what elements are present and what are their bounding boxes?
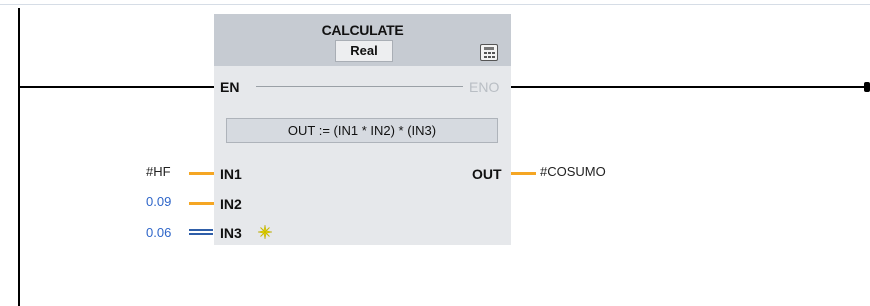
calculator-key bbox=[492, 56, 495, 58]
en-eno-connection bbox=[256, 86, 463, 87]
add-input-icon[interactable] bbox=[258, 225, 272, 239]
out-pin-label[interactable]: OUT bbox=[472, 166, 502, 182]
rung-wire-left[interactable] bbox=[18, 86, 214, 88]
out-wire bbox=[511, 172, 536, 175]
calculator-key bbox=[492, 52, 495, 54]
calculator-key bbox=[488, 52, 491, 54]
in1-wire bbox=[189, 172, 214, 175]
in2-operand[interactable]: 0.09 bbox=[146, 194, 171, 209]
calculator-screen bbox=[484, 47, 494, 50]
in3-pin-label[interactable]: IN3 bbox=[220, 225, 242, 241]
calculator-key bbox=[484, 52, 487, 54]
in1-operand[interactable]: #HF bbox=[146, 164, 171, 179]
in2-pin-label[interactable]: IN2 bbox=[220, 196, 242, 212]
rung-wire-right[interactable] bbox=[511, 86, 867, 88]
block-title: CALCULATE bbox=[321, 22, 404, 38]
in2-wire bbox=[189, 202, 214, 205]
left-power-rail bbox=[18, 8, 20, 306]
calculator-key bbox=[488, 56, 491, 58]
formula-box[interactable]: OUT := (IN1 * IN2) * (IN3) bbox=[226, 118, 498, 143]
eno-pin-label[interactable]: ENO bbox=[469, 79, 499, 95]
data-type-selector[interactable]: Real bbox=[335, 40, 393, 62]
calculator-icon[interactable] bbox=[480, 44, 498, 61]
in3-operand[interactable]: 0.06 bbox=[146, 225, 171, 240]
in1-pin-label[interactable]: IN1 bbox=[220, 166, 242, 182]
in3-conversion-wire bbox=[189, 229, 213, 235]
calculate-block[interactable]: CALCULATE Real EN ENO OUT := (IN1 * IN2)… bbox=[214, 14, 511, 245]
out-operand[interactable]: #COSUMO bbox=[540, 164, 606, 179]
rung-end-marker bbox=[864, 82, 870, 92]
en-pin-label[interactable]: EN bbox=[220, 79, 239, 95]
editor-top-border bbox=[0, 4, 870, 5]
calculator-key bbox=[484, 56, 487, 58]
